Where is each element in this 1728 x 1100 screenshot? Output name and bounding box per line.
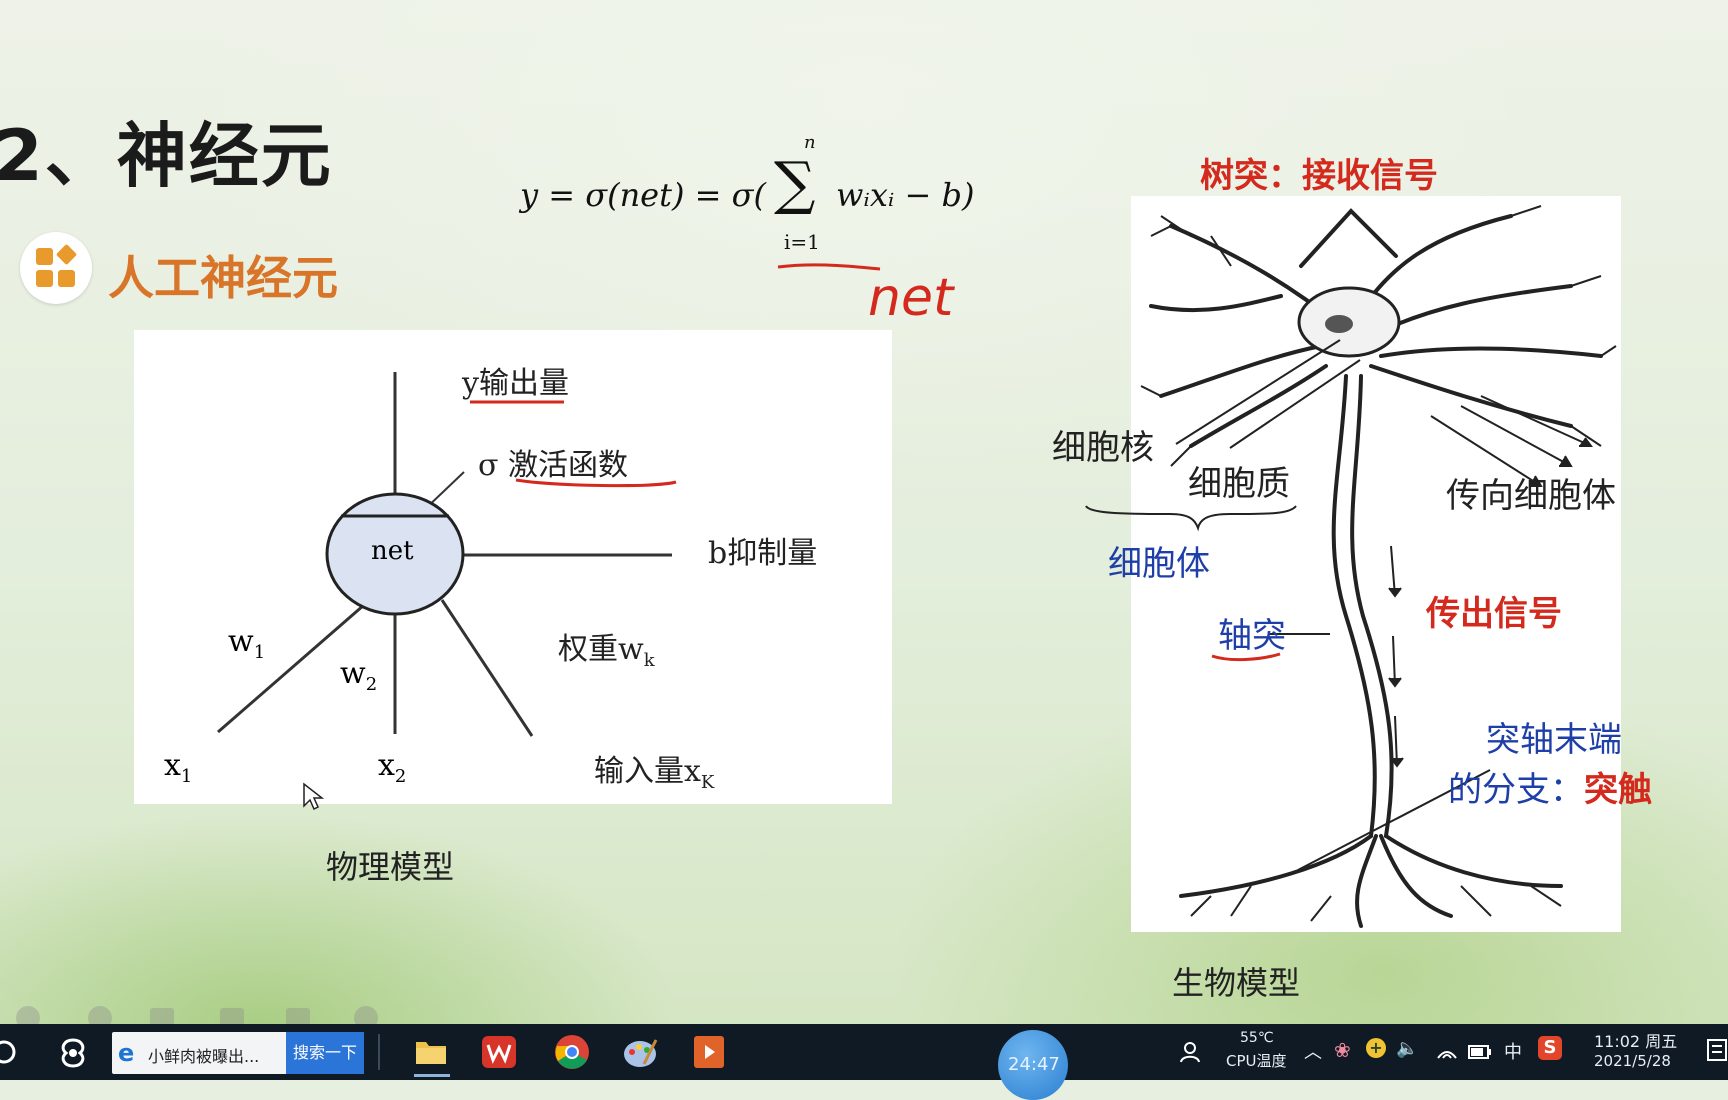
x1-label: x1 — [164, 748, 192, 787]
x2-subscript: 2 — [394, 766, 407, 787]
search-button[interactable]: 搜索一下 — [286, 1032, 364, 1074]
timer-badge[interactable]: 24:47 — [998, 1030, 1068, 1100]
x2-label: x2 — [378, 748, 406, 787]
handwritten-net-text: net — [868, 268, 955, 325]
x1-text: x — [164, 748, 181, 783]
output-label: y输出量 — [462, 366, 569, 401]
activation-label: σ 激活函数 — [478, 448, 629, 483]
notification-center-icon[interactable] — [1706, 1038, 1728, 1064]
formula-lhs: y = σ(net) = σ( — [520, 176, 766, 214]
x2-text: x — [378, 748, 395, 783]
ime-indicator[interactable]: 中 — [1504, 1038, 1522, 1064]
weights-text: 权重w — [558, 632, 644, 667]
slide-title: 2、神经元 — [0, 115, 333, 197]
to-body-label: 传向细胞体 — [1446, 476, 1616, 516]
handwritten-net-annotation: net — [777, 263, 955, 325]
bias-label: b抑制量 — [708, 536, 818, 571]
file-explorer-icon[interactable] — [414, 1036, 448, 1068]
inputs-subscript: K — [700, 772, 715, 793]
terminal-line2: 的分支：突触 — [1448, 762, 1652, 811]
volume-icon[interactable]: 🔈 — [1396, 1038, 1418, 1059]
w2-subscript: 2 — [365, 674, 378, 695]
taskbar-search-box[interactable]: e 小鲜肉被曝出... 搜索一下 — [112, 1032, 364, 1074]
cpu-temperature-label: CPU温度 — [1226, 1052, 1287, 1070]
out-signal-label: 传出信号 — [1426, 594, 1562, 634]
synapse-label: 突触 — [1584, 770, 1652, 810]
paint-palette-icon[interactable] — [622, 1034, 658, 1070]
slide-controls[interactable] — [10, 1004, 390, 1024]
bio-leader-lines — [1085, 339, 1491, 871]
w1-subscript: 1 — [253, 642, 266, 663]
battery-icon[interactable] — [1468, 1044, 1492, 1060]
people-icon[interactable] — [1176, 1040, 1202, 1064]
plus-tray-icon[interactable]: + — [1366, 1038, 1386, 1058]
active-indicator — [414, 1074, 450, 1077]
physical-model-caption: 物理模型 — [326, 848, 455, 886]
w2-text: w — [340, 656, 366, 691]
search-query: 小鲜肉被曝出... — [148, 1047, 260, 1066]
soma-label: 细胞体 — [1108, 544, 1210, 584]
weights-label: 权重wk — [558, 624, 655, 671]
powerpoint-file-icon[interactable] — [692, 1034, 726, 1070]
timer-text: 24:47 — [1008, 1054, 1060, 1075]
terminal-branch-label: 的分支： — [1448, 770, 1584, 810]
neuron-formula: y = σ(net) = σ( n ∑ i=1 wᵢxᵢ − b) — [520, 132, 990, 272]
start-button-icon[interactable] — [0, 1038, 20, 1066]
nucleus-label: 细胞核 — [1052, 428, 1154, 468]
taskbar: e 小鲜肉被曝出... 搜索一下 24:47 55℃ CPU温度 ︿ ❀ + 🔈 — [0, 1024, 1728, 1100]
mouse-cursor-icon — [303, 782, 324, 811]
wifi-icon[interactable] — [1436, 1042, 1458, 1062]
node-label: net — [371, 536, 414, 566]
dendrite-label: 树突：接收信号 — [1200, 156, 1438, 196]
sigma-sum-icon: ∑ — [774, 149, 816, 217]
w1-label: w1 — [228, 624, 265, 663]
inputs-text: 输入量x — [594, 754, 701, 789]
section-icon — [20, 232, 92, 304]
chrome-icon[interactable] — [554, 1034, 590, 1070]
w2-label: w2 — [340, 656, 377, 695]
inputs-label: 输入量xK — [594, 746, 714, 793]
physical-model-panel: net y输出量 σ 激活函数 b抑制量 权重wk w1 w2 x1 x2 输入… — [134, 330, 892, 804]
bio-model-caption: 生物模型 — [1172, 964, 1301, 1002]
ie-logo-icon: e — [118, 1039, 135, 1067]
cytoplasm-label: 细胞质 — [1188, 464, 1290, 504]
clock-time[interactable]: 11:02 周五 — [1594, 1028, 1677, 1052]
weights-subscript: k — [643, 650, 655, 671]
w1-text: w — [228, 624, 254, 659]
sum-lower: i=1 — [784, 230, 820, 254]
cortana-swirl-icon[interactable] — [56, 1036, 90, 1070]
chevron-up-icon[interactable]: ︿ — [1304, 1038, 1322, 1064]
slide: 2、神经元 人工神经元 y = σ(net) = σ( n ∑ i=1 wᵢxᵢ… — [0, 0, 1728, 1024]
taskbar-divider — [378, 1034, 380, 1070]
terminal-line1-label: 突轴末端 — [1486, 720, 1622, 760]
sogou-ime-icon[interactable]: S — [1538, 1036, 1562, 1060]
x1-subscript: 1 — [180, 766, 193, 787]
flower-tray-icon[interactable]: ❀ — [1334, 1038, 1351, 1062]
cpu-temperature: 55℃ — [1240, 1030, 1274, 1046]
clock-date[interactable]: 2021/5/28 — [1594, 1052, 1671, 1070]
section-subtitle: 人工神经元 — [108, 251, 338, 305]
wps-office-icon[interactable] — [482, 1036, 516, 1068]
axon-label: 轴突 — [1218, 616, 1286, 656]
formula-rhs: wᵢxᵢ − b) — [836, 176, 975, 214]
